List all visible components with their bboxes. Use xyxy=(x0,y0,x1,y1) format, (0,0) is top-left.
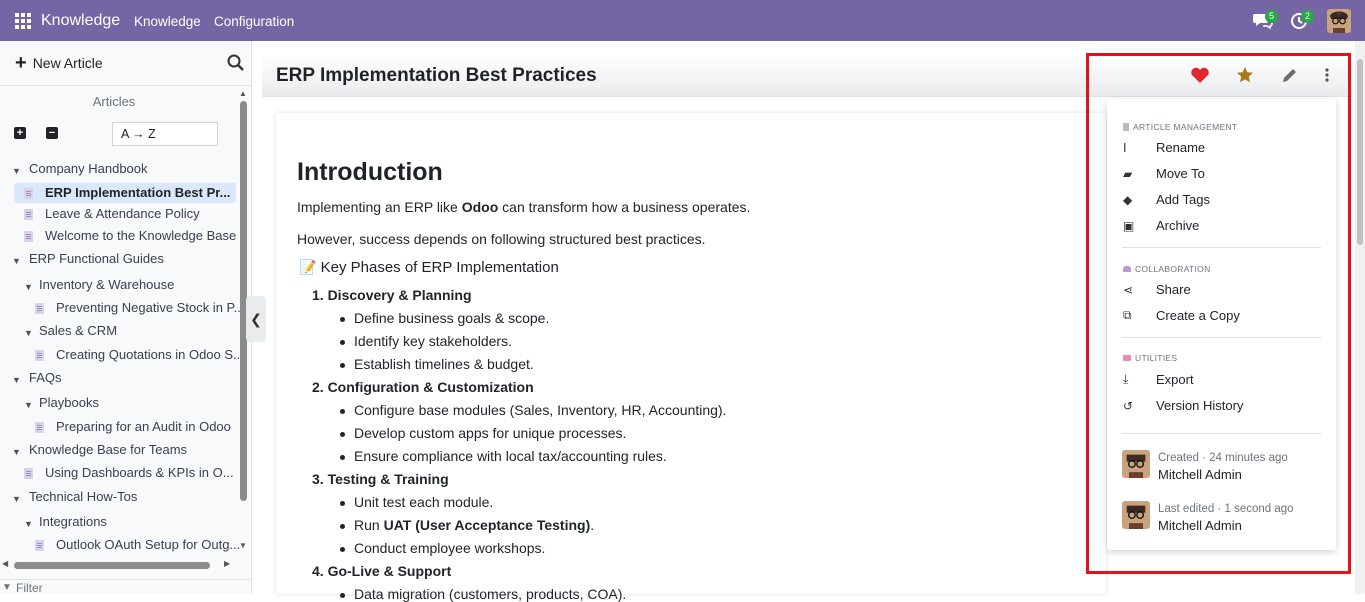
paragraph-1: Implementing an ERP like Odoo can transf… xyxy=(297,199,751,215)
list-item: Conduct employee workshops. xyxy=(339,540,546,556)
list-item: Define business goals & scope. xyxy=(339,310,550,326)
phase-title: 3. Testing & Training xyxy=(312,471,449,487)
tree-item-outlook-oauth[interactable]: Outlook OAuth Setup for Outg... xyxy=(56,535,240,555)
top-navbar: Knowledge Knowledge Configuration 5 2 xyxy=(0,0,1365,41)
tree-item-technical-howtos[interactable]: Technical How-Tos xyxy=(29,487,137,507)
activities-badge: 2 xyxy=(1301,10,1315,23)
list-item: Run UAT (User Acceptance Testing). xyxy=(339,517,595,533)
article-icon xyxy=(35,303,44,314)
sidebar-horizontal-scrollbar[interactable]: ◀ ▶ xyxy=(2,559,230,570)
article-icon xyxy=(24,231,33,242)
article-icon xyxy=(24,188,33,199)
page-vertical-scrollbar[interactable] xyxy=(1355,41,1365,594)
articles-section-label: Articles xyxy=(92,94,136,109)
tree-item-welcome[interactable]: Welcome to the Knowledge Base xyxy=(45,226,236,246)
caret-down-icon[interactable]: ▼ xyxy=(12,375,21,385)
caret-down-icon[interactable]: ▼ xyxy=(24,519,33,529)
list-item: Data migration (customers, products, COA… xyxy=(339,586,627,602)
tree-item-dashboards[interactable]: Using Dashboards & KPIs in O... xyxy=(45,463,234,483)
tree-item-integrations[interactable]: Integrations xyxy=(39,512,107,532)
heading-key-phases: 📝 Key Phases of ERP Implementation xyxy=(299,259,559,276)
filter-placeholder: Filter xyxy=(16,581,43,595)
article-icon xyxy=(35,422,44,433)
expand-all-icon[interactable]: + xyxy=(14,127,26,139)
filter-input[interactable]: ▼ Filter xyxy=(0,579,252,595)
user-avatar[interactable] xyxy=(1327,9,1351,33)
highlight-annotation-box xyxy=(1086,53,1351,574)
article-icon xyxy=(24,468,33,479)
caret-down-icon[interactable]: ▼ xyxy=(12,447,21,457)
tree-item-playbooks[interactable]: Playbooks xyxy=(39,393,99,413)
new-article-button[interactable]: + New Article xyxy=(15,52,103,74)
app-brand[interactable]: Knowledge xyxy=(41,12,120,30)
list-item: Develop custom apps for unique processes… xyxy=(339,425,627,441)
list-item: Unit test each module. xyxy=(339,494,494,510)
funnel-icon: ▼ xyxy=(2,582,12,593)
collapse-sidebar-button[interactable]: ❮ xyxy=(246,296,266,342)
phase-title: 2. Configuration & Customization xyxy=(312,379,534,395)
tree-item-company-handbook[interactable]: Company Handbook xyxy=(29,159,148,179)
menu-knowledge[interactable]: Knowledge xyxy=(134,14,201,29)
list-item: Ensure compliance with local tax/account… xyxy=(340,448,667,464)
tree-item-negative-stock[interactable]: Preventing Negative Stock in P... xyxy=(56,298,244,318)
article-title[interactable]: ERP Implementation Best Practices xyxy=(276,65,597,87)
paragraph-2: However, success depends on following st… xyxy=(297,231,706,247)
new-article-label: New Article xyxy=(32,55,103,71)
plus-icon: + xyxy=(15,52,27,74)
article-icon xyxy=(35,540,44,551)
tree-item-leave-policy[interactable]: Leave & Attendance Policy xyxy=(45,204,200,224)
tree-item-erp-functional-guides[interactable]: ERP Functional Guides xyxy=(29,249,164,269)
caret-down-icon[interactable]: ▼ xyxy=(12,256,21,266)
sort-select[interactable]: A → Z xyxy=(112,122,218,146)
collapse-all-icon[interactable]: − xyxy=(46,127,58,139)
caret-down-icon[interactable]: ▼ xyxy=(24,282,33,292)
article-body[interactable]: Introduction Implementing an ERP like Od… xyxy=(276,113,1106,602)
memo-icon: 📝 xyxy=(299,259,317,275)
caret-down-icon[interactable]: ▼ xyxy=(12,166,21,176)
menu-configuration[interactable]: Configuration xyxy=(214,14,294,29)
apps-menu-icon[interactable] xyxy=(15,13,31,29)
knowledge-sidebar: + New Article Articles + − A → Z ▼ Compa… xyxy=(0,41,252,595)
chevron-left-icon: ❮ xyxy=(250,310,262,327)
list-item: Establish timelines & budget. xyxy=(340,356,534,372)
search-icon[interactable] xyxy=(227,54,245,75)
heading-introduction: Introduction xyxy=(297,158,443,186)
caret-down-icon[interactable]: ▼ xyxy=(12,494,21,504)
tree-item-faqs[interactable]: FAQs xyxy=(29,368,62,388)
phase-title: 4. Go-Live & Support xyxy=(312,563,452,579)
phase-title: 1. Discovery & Planning xyxy=(312,287,472,303)
tree-item-quotations[interactable]: Creating Quotations in Odoo S... xyxy=(56,345,244,365)
tree-item-erp-best-practices[interactable]: ERP Implementation Best Pr... xyxy=(45,183,230,203)
caret-down-icon[interactable]: ▼ xyxy=(24,328,33,338)
tree-item-inventory[interactable]: Inventory & Warehouse xyxy=(39,275,174,295)
tree-item-sales-crm[interactable]: Sales & CRM xyxy=(39,321,117,341)
tree-item-audit[interactable]: Preparing for an Audit in Odoo xyxy=(56,417,231,437)
caret-down-icon[interactable]: ▼ xyxy=(24,400,33,410)
divider xyxy=(0,85,252,86)
messages-badge: 5 xyxy=(1265,10,1279,23)
article-icon xyxy=(35,350,44,361)
tree-item-kb-teams[interactable]: Knowledge Base for Teams xyxy=(29,440,187,460)
list-item: Identify key stakeholders. xyxy=(340,333,512,349)
list-item: Configure base modules (Sales, Inventory… xyxy=(339,402,727,418)
article-icon xyxy=(24,209,33,220)
